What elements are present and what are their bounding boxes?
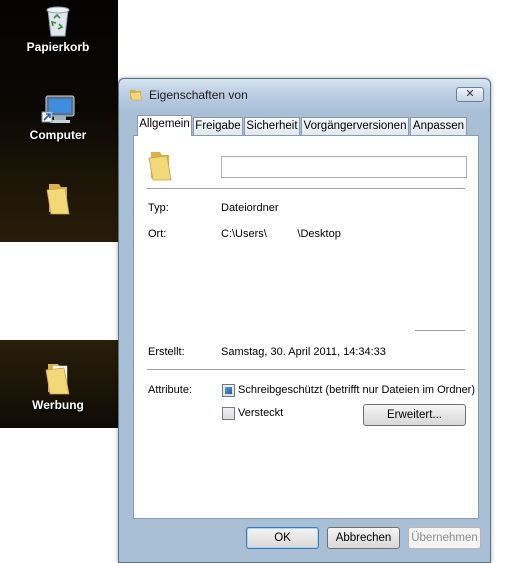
location-value: C:\Users\ \Desktop: [221, 228, 341, 240]
cancel-button[interactable]: Abbrechen: [327, 527, 400, 549]
separator: [147, 369, 465, 370]
apply-button[interactable]: Übernehmen: [408, 527, 481, 549]
folder-icon: [129, 90, 143, 101]
type-value: Dateiordner: [221, 202, 279, 214]
close-button[interactable]: ✕: [456, 87, 484, 102]
folder-icon: [45, 364, 70, 395]
recycle-bin-icon: [46, 6, 70, 37]
created-label: Erstellt:: [148, 346, 185, 358]
advanced-button[interactable]: Erweitert...: [363, 404, 466, 426]
separator: [415, 330, 465, 331]
folder-name-input[interactable]: [221, 156, 467, 178]
desktop-icon-werbung[interactable]: Werbung: [0, 360, 116, 412]
general-panel: Typ: Dateiordner Ort: C:\Users\ \Desktop…: [133, 135, 479, 519]
desktop-icon-label: Papierkorb: [26, 40, 90, 54]
readonly-label: Schreibgeschützt (betrifft nur Dateien i…: [238, 384, 476, 396]
attributes-label: Attribute:: [148, 384, 193, 396]
location-label: Ort:: [148, 228, 167, 240]
hidden-checkbox[interactable]: [222, 407, 235, 420]
desktop-icon-folder[interactable]: [0, 180, 116, 218]
desktop-icon-computer[interactable]: Computer: [0, 94, 116, 142]
title-bar[interactable]: Eigenschaften von ✕: [119, 79, 490, 111]
folder-icon: [148, 152, 172, 181]
close-icon: ✕: [465, 88, 475, 100]
desktop-icon-label: Werbung: [32, 398, 84, 412]
tab-sicherheit[interactable]: Sicherheit: [244, 117, 300, 135]
type-label: Typ:: [148, 202, 169, 214]
hidden-label: Versteckt: [238, 407, 284, 419]
desktop-icon-label: Computer: [29, 128, 87, 142]
properties-dialog: Eigenschaften von ✕ Allgemein Freigabe S…: [118, 78, 491, 563]
separator: [147, 188, 465, 189]
readonly-checkbox[interactable]: [222, 384, 235, 397]
tab-allgemein[interactable]: Allgemein: [137, 115, 192, 136]
desktop-icon-papierkorb[interactable]: Papierkorb: [0, 2, 116, 54]
ok-button[interactable]: OK: [246, 527, 319, 549]
tab-vorgaengerversionen[interactable]: Vorgängerversionen: [301, 117, 409, 135]
tab-anpassen[interactable]: Anpassen: [410, 117, 467, 135]
window-title: Eigenschaften von: [149, 88, 248, 102]
folder-icon: [46, 184, 70, 215]
tab-freigabe[interactable]: Freigabe: [193, 117, 243, 135]
computer-icon: [41, 95, 75, 123]
created-value: Samstag, 30. April 2011, 14:34:33: [221, 346, 386, 358]
